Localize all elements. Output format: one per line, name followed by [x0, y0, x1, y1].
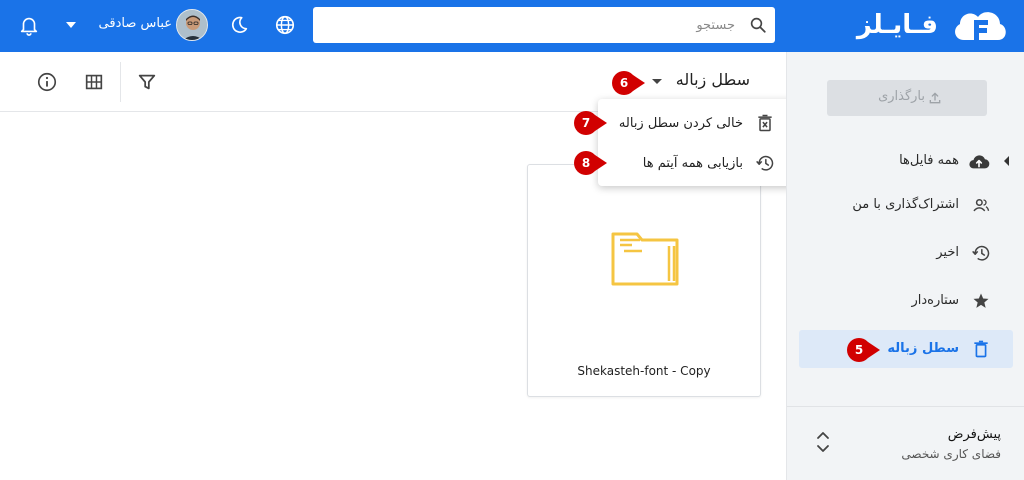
sidebar-item-starred[interactable]: ستاره‌دار	[799, 282, 1013, 320]
menu-item-label: بازیابی همه آیتم ها	[642, 156, 743, 171]
people-icon	[973, 198, 990, 212]
workspace-subtitle: فضای کاری شخصی	[901, 447, 1001, 461]
notifications-bell-icon[interactable]	[18, 14, 40, 36]
upload-button[interactable]: بارگذاری	[827, 80, 987, 116]
brand-name[interactable]: فـایـلز	[857, 8, 938, 42]
unfold-more-icon[interactable]	[815, 429, 831, 455]
trash-options-menu: خالی کردن سطل زباله بازیابی همه آیتم ها	[598, 99, 797, 186]
trash-icon	[974, 340, 988, 358]
user-name[interactable]: عباس صادقی	[99, 16, 172, 31]
breadcrumb-dropdown-icon[interactable]	[652, 79, 662, 84]
file-card-folder[interactable]: Shekasteh-font - Copy	[527, 164, 761, 397]
user-menu[interactable]: عباس صادقی	[66, 8, 210, 42]
breadcrumb[interactable]: سطل زباله	[676, 70, 750, 89]
restore-icon	[756, 155, 774, 171]
avatar-photo-icon	[177, 10, 207, 40]
sidebar-item-label: ستاره‌دار	[911, 293, 959, 308]
step-marker-6: 6	[612, 71, 648, 95]
sidebar-item-label: اشتراک‌گذاری با من	[852, 197, 959, 212]
history-icon	[972, 245, 990, 261]
sidebar-item-all-files[interactable]: همه فایل‌ها	[799, 142, 1013, 180]
step-marker-7: 7	[574, 111, 610, 135]
info-icon[interactable]	[36, 71, 58, 93]
logo-icon[interactable]	[950, 6, 1010, 46]
menu-item-label: خالی کردن سطل زباله	[618, 116, 743, 131]
search-icon[interactable]	[749, 16, 767, 34]
menu-item-empty-trash[interactable]: خالی کردن سطل زباله	[598, 103, 797, 143]
workspace-switcher[interactable]: پیش‌فرض فضای کاری شخصی	[787, 407, 1024, 480]
search-input[interactable]	[313, 7, 743, 43]
sidebar: بارگذاری همه فایل‌ها اشتراک‌گذاری با من …	[786, 52, 1024, 480]
dark-mode-moon-icon[interactable]	[228, 14, 250, 36]
grid-view-icon[interactable]	[83, 71, 105, 93]
sidebar-item-trash[interactable]: سطل زباله	[799, 330, 1013, 368]
marker-pointer-icon	[595, 155, 607, 171]
avatar[interactable]	[176, 9, 208, 41]
toolbar-divider	[120, 62, 121, 102]
sidebar-item-recent[interactable]: اخیر	[799, 234, 1013, 272]
expand-arrow-icon[interactable]	[1004, 156, 1009, 166]
upload-icon	[929, 92, 941, 104]
chevron-down-icon[interactable]	[66, 22, 76, 28]
marker-pointer-icon	[595, 115, 607, 131]
top-app-bar: فـایـلز عباس صادقی	[0, 0, 1024, 52]
workspace-name: پیش‌فرض	[947, 427, 1001, 442]
star-icon	[973, 293, 989, 308]
upload-button-label: بارگذاری	[878, 89, 925, 104]
language-globe-icon[interactable]	[274, 14, 296, 36]
cloud-upload-icon	[969, 155, 990, 169]
step-marker-5: 5	[847, 338, 883, 362]
step-marker-8: 8	[574, 151, 610, 175]
file-name: Shekasteh-font - Copy	[577, 364, 711, 378]
sidebar-item-label: اخیر	[936, 245, 959, 260]
menu-item-restore-all[interactable]: بازیابی همه آیتم ها	[598, 143, 797, 183]
marker-pointer-icon	[633, 75, 645, 91]
filter-icon[interactable]	[136, 71, 158, 93]
sidebar-item-shared-with-me[interactable]: اشتراک‌گذاری با من	[799, 186, 1013, 224]
marker-pointer-icon	[868, 342, 880, 358]
sidebar-item-label: سطل زباله	[887, 341, 959, 356]
delete-forever-icon	[758, 114, 772, 132]
search-bar[interactable]	[313, 7, 775, 43]
folder-icon	[611, 232, 679, 286]
sidebar-item-label: همه فایل‌ها	[899, 153, 959, 168]
